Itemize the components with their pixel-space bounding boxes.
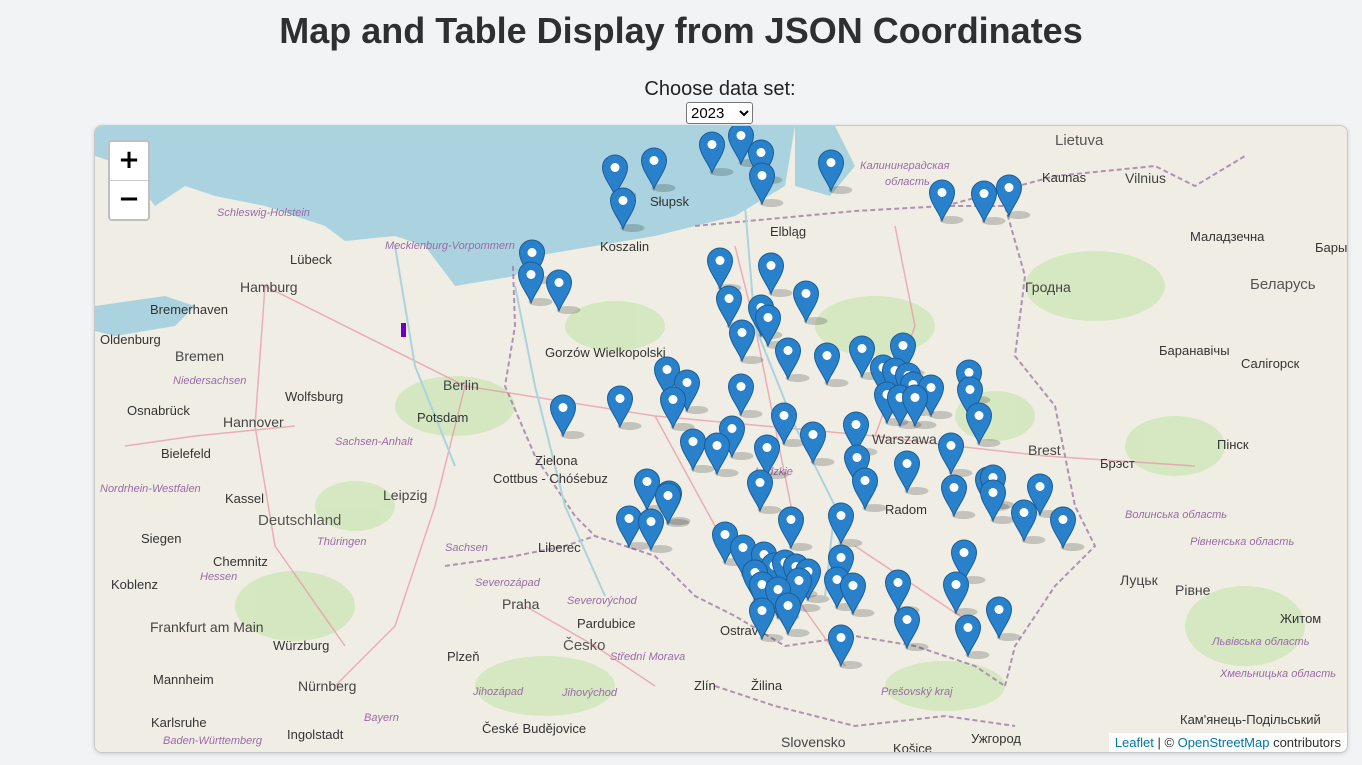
map-place-label: Elbląg <box>770 224 807 239</box>
zoom-out-button[interactable]: − <box>110 180 148 219</box>
map-place-label: Berlin <box>443 377 479 393</box>
map-place-label: Рівненська область <box>1190 536 1295 548</box>
map-place-label: область <box>885 176 930 188</box>
map-place-label: Барысаў <box>1315 240 1348 255</box>
map-container[interactable]: Lietuva Kaunas Vilnius Калининградская облас… <box>94 125 1348 753</box>
map-place-label: Kassel <box>225 491 265 506</box>
map-place-label: Schleswig-Holstein <box>217 207 310 219</box>
map-place-label: Košice <box>893 741 933 753</box>
map-place-label: Střední Morava <box>610 651 686 663</box>
map-place-label: Hannover <box>223 414 284 430</box>
overlay-fragment <box>401 323 406 337</box>
map-place-label: Łódzkie <box>755 466 793 478</box>
map-place-label: Маладзечна <box>1190 229 1265 244</box>
map-place-label: Jihozápad <box>473 686 524 698</box>
map-place-label: Osnabrück <box>127 403 190 418</box>
map-place-label: Koszalin <box>600 239 650 254</box>
map-place-label: Bielefeld <box>161 446 211 461</box>
map-place-label: Karlsruhe <box>151 715 207 730</box>
zoom-in-button[interactable]: + <box>110 142 148 180</box>
map-tiles[interactable] <box>95 126 1347 752</box>
map-place-label: Ingolstadt <box>287 727 344 742</box>
map-place-label: Brest <box>1028 442 1061 458</box>
map-place-label: Житом <box>1280 611 1322 626</box>
map-place-label: Львівська область <box>1212 636 1310 648</box>
map-place-label: Niedersachsen <box>173 375 247 387</box>
map-place-label: Nordrhein-Westfalen <box>100 483 201 495</box>
map-place-label: Siegen <box>141 531 182 546</box>
leaflet-link[interactable]: Leaflet <box>1115 735 1154 750</box>
map-place-label: Warszawa <box>872 431 937 447</box>
map-place-label: Bayern <box>364 712 399 724</box>
map-place-label: Česko <box>563 637 606 654</box>
map-place-label: Praha <box>502 596 540 612</box>
map-place-label: Pardubice <box>577 616 636 631</box>
map-place-label: Рівне <box>1175 582 1211 598</box>
map-place-label: Баранавічы <box>1159 343 1230 358</box>
map-place-label: Mecklenburg-Vorpommern <box>385 240 515 252</box>
map-place-label: Oldenburg <box>100 332 161 347</box>
map-place-label: Słupsk <box>650 194 690 209</box>
map-place-label: Беларусь <box>1250 276 1316 293</box>
map-place-label: Nürnberg <box>298 678 357 694</box>
map-place-label: Potsdam <box>417 410 469 425</box>
map-place-label: Severozápad <box>475 577 540 589</box>
map-place-label: Leipzig <box>383 487 428 503</box>
osm-link[interactable]: OpenStreetMap <box>1178 735 1270 750</box>
map-place-label: Zlín <box>694 678 716 693</box>
map-place-label: Кам'янець-Подільський <box>1180 712 1321 727</box>
map-place-label: Луцьк <box>1120 572 1158 588</box>
map-place-label: Mannheim <box>153 672 214 687</box>
map-place-label: Koblenz <box>111 577 158 592</box>
map-place-label: Lübeck <box>290 252 332 267</box>
map-place-label: Frankfurt am Main <box>150 619 264 635</box>
map-place-label: Bremerhaven <box>150 302 229 317</box>
map-place-label: Брэст <box>1100 456 1135 471</box>
map-place-label: Hamburg <box>240 279 298 295</box>
map-place-label: Sachsen-Anhalt <box>335 436 413 448</box>
map-place-label: Lietuva <box>1055 132 1104 149</box>
attribution-tail: contributors <box>1269 735 1341 750</box>
dataset-select[interactable]: 2023 <box>686 102 753 124</box>
map-place-label: Гродна <box>1025 279 1071 295</box>
map-place-label: Салігорск <box>1241 356 1300 371</box>
map-place-label: Jihovýchod <box>562 687 618 699</box>
map-place-label: Vilnius <box>1125 170 1166 186</box>
map-place-label: Ostrava <box>720 623 766 638</box>
map-place-label: Liberec <box>538 540 581 555</box>
map-attribution: Leaflet | © OpenStreetMap contributors <box>1108 733 1347 752</box>
map-place-label: Deutschland <box>258 512 342 529</box>
map-place-label: Пінск <box>1217 437 1249 452</box>
map-place-label: České Budějovice <box>482 721 587 736</box>
attribution-sep: | © <box>1153 735 1178 750</box>
map-place-label: Žilina <box>751 678 783 693</box>
map-place-label: Hessen <box>200 571 238 583</box>
zoom-control: + − <box>108 140 150 221</box>
map-place-label: Baden-Württemberg <box>163 735 263 747</box>
map-place-label: Ужгород <box>971 731 1021 746</box>
map-place-label: Sachsen <box>445 542 488 554</box>
map-place-label: Bremen <box>175 348 225 364</box>
dataset-select-wrap: 2023 <box>686 102 753 124</box>
map-place-label: Severovýchod <box>567 595 637 607</box>
map-place-label: Калининградская <box>860 160 950 172</box>
map-place-label: Würzburg <box>273 638 330 653</box>
map-place-label: Thüringen <box>317 536 367 548</box>
map-place-label: Хмельницька область <box>1220 668 1337 680</box>
map-place-label: Gorzów Wielkopolski <box>545 345 666 360</box>
map-place-label: Plzeň <box>447 649 480 664</box>
map-place-label: Slovensko <box>781 734 846 750</box>
map-place-label: Radom <box>885 502 927 517</box>
map-place-label: Kaunas <box>1042 170 1087 185</box>
map-place-label: Zielona <box>535 453 578 468</box>
map-place-label: Волинська область <box>1125 509 1228 521</box>
page-title: Map and Table Display from JSON Coordina… <box>279 10 1083 51</box>
map-place-label: Chemnitz <box>213 554 268 569</box>
map-place-label: Cottbus - Chóśebuz <box>493 471 608 486</box>
dataset-label: Choose data set: <box>644 78 796 100</box>
map-place-label: Wolfsburg <box>285 389 344 404</box>
map-place-label: Prešovský kraj <box>881 686 953 698</box>
